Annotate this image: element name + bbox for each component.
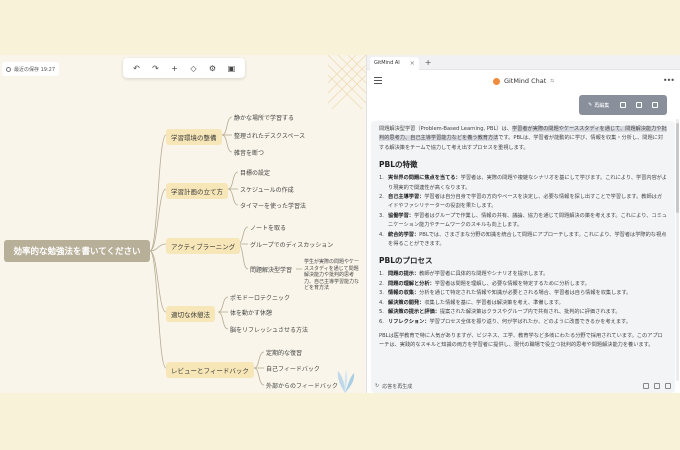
- leaf-node[interactable]: グループでのディスカッション: [250, 240, 333, 249]
- branch-node[interactable]: アクティブラーニング: [166, 238, 241, 254]
- list-item: 2. 自己主導学習：学習者は自分自身で学習の方向やペースを決定し、必要な情報を探し…: [379, 194, 663, 210]
- app-frame: 最近の保存 19:27 ↶ ↷ + ◇ ⚙ ▣ 効率的な勉強法を書いてください …: [0, 55, 680, 393]
- response-footer: ↻ 応答を再生成: [375, 379, 671, 393]
- share-icon[interactable]: [651, 102, 658, 108]
- leaf-node[interactable]: ノートを取る: [250, 223, 286, 232]
- ai-response: 問題解決型学習（Problem-Based Learning, PBL）は、学習…: [371, 121, 675, 393]
- leaf-node[interactable]: 定期的な復習: [266, 348, 302, 357]
- branch-node[interactable]: 適切な休憩法: [166, 306, 215, 322]
- re-edit-label: 再編集: [594, 102, 610, 109]
- tab-gitmind-ai[interactable]: GitMind AI ×: [370, 56, 419, 70]
- add-tab-icon[interactable]: +: [425, 58, 432, 67]
- connector-lines: [149, 116, 302, 386]
- list-item: 4. 統合的学習：PBLでは、さまざまな分野の知識を統合して問題にアプローチします…: [379, 231, 667, 248]
- plant-decoration: [337, 369, 355, 393]
- delete-icon[interactable]: [619, 102, 626, 108]
- more-icon[interactable]: •••: [663, 76, 675, 85]
- mindmap-canvas[interactable]: 最近の保存 19:27 ↶ ↷ + ◇ ⚙ ▣ 効率的な勉強法を書いてください …: [0, 55, 366, 393]
- list-item: 1. 問題の提示：教師が学習者に具体的な問題やシナリオを提示します。: [379, 271, 549, 278]
- tab-title: GitMind AI: [374, 60, 400, 66]
- copy-icon[interactable]: [635, 102, 642, 108]
- leaf-node[interactable]: タイマーを使った学習法: [240, 201, 306, 210]
- leaf-node[interactable]: 外部からのフィードバック: [266, 381, 338, 390]
- branch-node[interactable]: レビューとフィードバック: [166, 362, 254, 378]
- closing-paragraph: PBLは医学教育で特に人気がありますが、ビジネス、工学、教育学など多岐にわたる分…: [379, 332, 663, 349]
- pbl-note[interactable]: 学生が実際の問題やケーススタディを通じて問題解決能力や批判的思考力、自己主導学習…: [304, 259, 362, 292]
- leaf-node[interactable]: 静かな場所で学習する: [234, 113, 294, 122]
- panel-title: GitMind Chat: [503, 77, 547, 85]
- list-item: 3. 情報の収集：分析を通じて特定された情報や知識が必要とされる場合、学習者は自ら…: [379, 290, 632, 297]
- menu-icon[interactable]: [374, 77, 382, 84]
- leaf-node[interactable]: 脳をリフレッシュさせる方法: [230, 325, 308, 334]
- leaf-node[interactable]: 整理されたデスクスペース: [234, 131, 305, 140]
- leaf-node[interactable]: 目標の設定: [240, 168, 270, 177]
- list-item: 2. 問題の理解と分析：学習者は問題を理解し、必要な情報を特定するために分析します…: [379, 280, 590, 287]
- switch-model-icon[interactable]: ⇆: [550, 79, 554, 84]
- leaf-node[interactable]: スケジュールの作成: [240, 185, 294, 194]
- tab-bar: GitMind AI × +: [367, 55, 680, 70]
- list-item: 6. リフレクション：学習プロセス全体を振り返り、何が学ばれたか、どのように改善で…: [379, 318, 631, 325]
- list-item: 4. 解決策の開発：収集した情報を基に、学習者は解決策を考え、準備します。: [379, 299, 564, 306]
- refresh-icon: ↻: [375, 383, 380, 389]
- copy-icon[interactable]: [654, 383, 660, 389]
- message-action-bar: ✎ 再編集: [579, 95, 667, 115]
- regenerate-label: 応答を再生成: [382, 383, 413, 390]
- save-icon[interactable]: [643, 383, 649, 389]
- process-heading: PBLのプロセス: [379, 256, 433, 266]
- leaf-node[interactable]: 体を動かす休憩: [230, 308, 272, 317]
- close-icon[interactable]: ×: [410, 60, 415, 67]
- leaf-node[interactable]: 雑音を断つ: [234, 148, 264, 157]
- features-heading: PBLの特徴: [379, 160, 418, 170]
- intro-paragraph: 問題解決型学習（Problem-Based Learning, PBL）は、学習…: [379, 125, 667, 153]
- intro-text: 問題解決型学習（Problem-Based Learning, PBL）は、: [379, 126, 512, 132]
- list-item: 3. 協働学習：学習者はグループで作業し、情報の共有、議論、協力を通じて問題解決の…: [379, 212, 667, 229]
- features-list: 1. 実世界の問題に焦点を当てる：学習者は、実際の問題や複雑なシナリオを基にして学…: [379, 174, 667, 249]
- gitmind-logo-icon: [492, 77, 500, 85]
- list-item: 1. 実世界の問題に焦点を当てる：学習者は、実際の問題や複雑なシナリオを基にして学…: [379, 175, 667, 191]
- ai-chat-panel: GitMind AI × + GitMind Chat ⇆ ••• ✎ 再編集: [366, 55, 680, 393]
- branch-node[interactable]: 学習環境の整備: [166, 129, 222, 145]
- leaf-node[interactable]: 問題解決型学習: [250, 265, 292, 274]
- panel-header: GitMind Chat ⇆ •••: [367, 70, 680, 92]
- list-item: 5. 解決策の提示と評価：提案された解決策はクラスやグループ内で共有され、批判的に…: [379, 309, 621, 316]
- leaf-node[interactable]: 自己フィードバック: [266, 364, 320, 373]
- leaf-node[interactable]: ポモドーロテクニック: [230, 293, 290, 302]
- re-edit-button[interactable]: ✎ 再編集: [588, 102, 609, 109]
- mindmap-root-node[interactable]: 効率的な勉強法を書いてください: [4, 240, 150, 262]
- scrollbar-thumb[interactable]: [676, 123, 679, 213]
- edit-icon: ✎: [588, 102, 593, 108]
- regenerate-button[interactable]: ↻ 応答を再生成: [375, 383, 412, 390]
- process-list: 1. 問題の提示：教師が学習者に具体的な問題やシナリオを提示します。 2. 問題の理…: [379, 270, 667, 326]
- branch-node[interactable]: 学習計画の立て方: [166, 183, 228, 199]
- share-icon[interactable]: [665, 383, 671, 389]
